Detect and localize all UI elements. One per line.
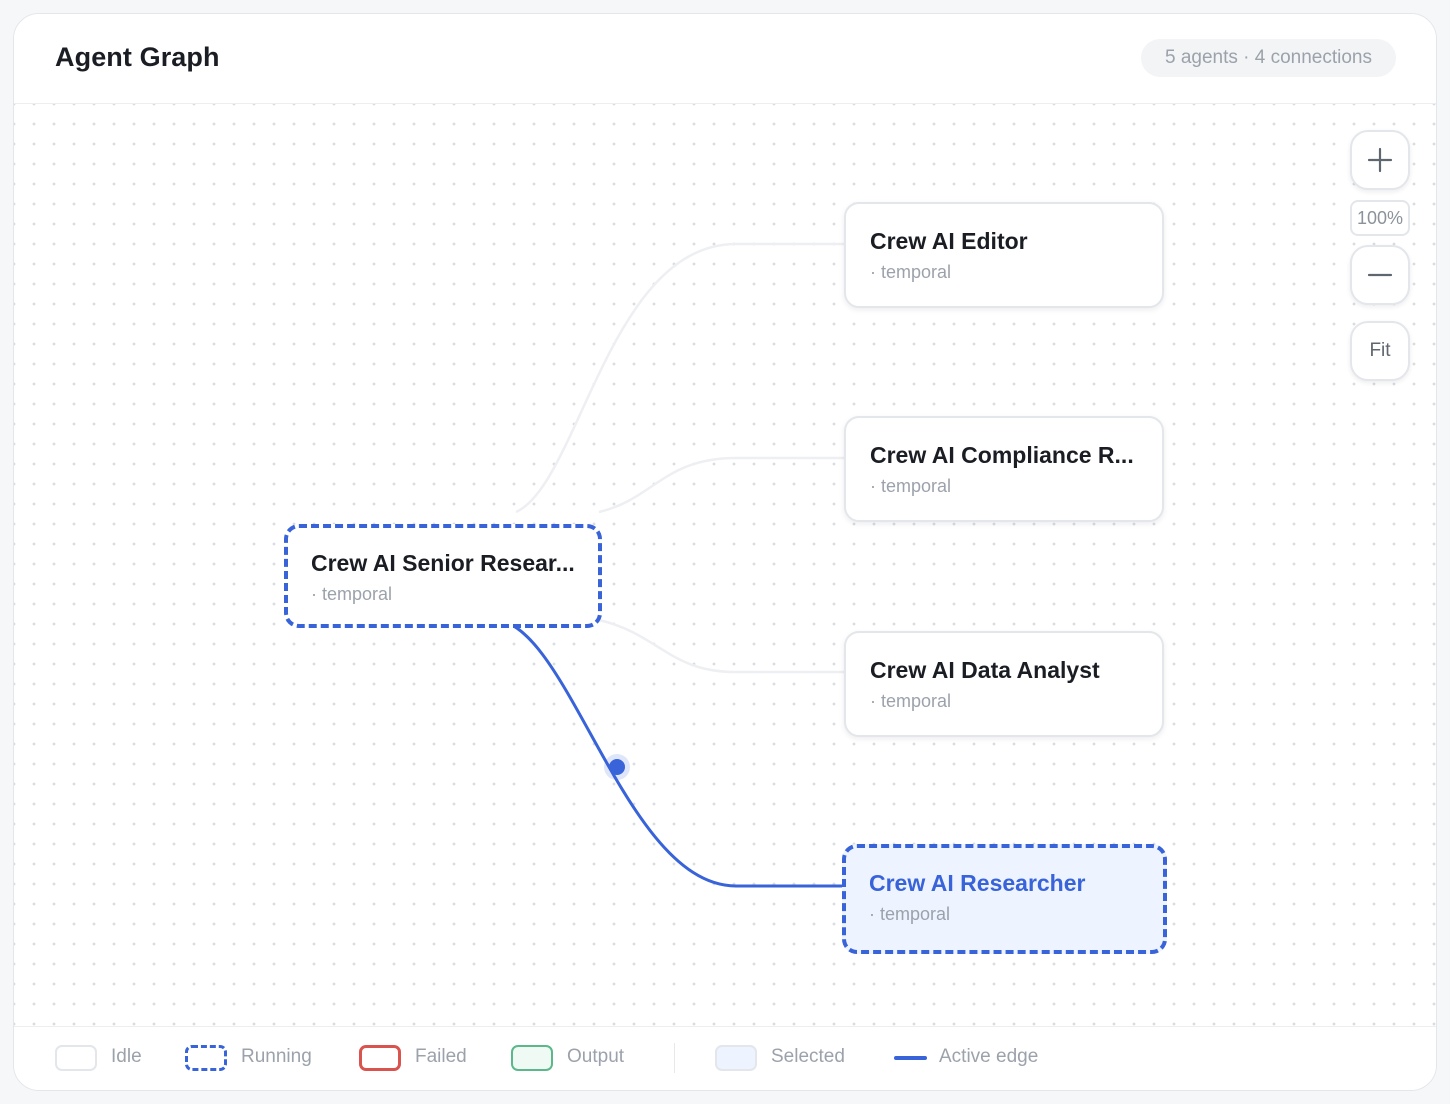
zoom-in-button[interactable]	[1350, 130, 1410, 190]
agent-node-meta: · temporal	[311, 584, 393, 604]
legend-idle-label: Idle	[111, 1046, 142, 1067]
zoom-level-indicator: 100%	[1350, 200, 1410, 236]
legend-failed-swatch	[359, 1045, 401, 1071]
graph-canvas[interactable]: Crew AI Senior Resear... · temporal Crew…	[14, 104, 1436, 1026]
plus-icon	[1367, 147, 1393, 173]
page-title: Agent Graph	[55, 42, 220, 72]
active-edge-dot	[609, 759, 625, 775]
legend-selected-swatch	[715, 1045, 757, 1071]
edge-senior-researcher-to-compliance[interactable]	[598, 456, 844, 514]
legend-idle-swatch	[55, 1045, 97, 1071]
agent-node-name: Crew AI Compliance R...	[870, 442, 1134, 468]
agent-node-meta: · temporal	[870, 476, 952, 496]
agent-node-meta: · temporal	[870, 262, 952, 282]
agent-node-data-analyst[interactable]: Crew AI Data Analyst · temporal	[844, 631, 1164, 737]
legend-selected-label: Selected	[771, 1046, 845, 1067]
fit-view-button[interactable]: Fit	[1350, 321, 1410, 381]
edge-senior-researcher-to-editor[interactable]	[515, 242, 844, 514]
legend-output-swatch	[511, 1045, 553, 1071]
agent-node-senior-researcher[interactable]: Crew AI Senior Resear... · temporal	[284, 524, 602, 628]
agent-node-name: Crew AI Data Analyst	[870, 657, 1100, 683]
agent-node-name: Crew AI Researcher	[869, 870, 1086, 896]
agent-node-researcher[interactable]: Crew AI Researcher · temporal	[842, 844, 1167, 954]
agent-node-name: Crew AI Senior Resear...	[311, 550, 575, 576]
legend-running-label: Running	[241, 1046, 312, 1067]
legend-failed-label: Failed	[415, 1046, 467, 1067]
zoom-out-button[interactable]	[1350, 245, 1410, 305]
agent-node-meta: · temporal	[870, 691, 952, 711]
graph-header: Agent Graph 5 agents · 4 connections	[14, 14, 1436, 104]
agent-node-compliance[interactable]: Crew AI Compliance R... · temporal	[844, 416, 1164, 522]
graph-legend: Idle Running Failed Output Selected Acti…	[14, 1026, 1436, 1090]
agent-graph-panel: Agent Graph 5 agents · 4 connections Cre…	[13, 13, 1437, 1091]
legend-output-label: Output	[567, 1046, 625, 1067]
legend-running-swatch	[185, 1045, 227, 1071]
graph-summary-badge: 5 agents · 4 connections	[1140, 39, 1396, 77]
agent-node-name: Crew AI Editor	[870, 228, 1028, 254]
legend-active-edge-line	[894, 1056, 927, 1060]
legend-active-edge-label: Active edge	[939, 1046, 1039, 1067]
graph-edges	[493, 242, 844, 888]
edge-senior-researcher-to-data-analyst[interactable]	[598, 618, 844, 674]
legend-divider	[674, 1043, 675, 1073]
agent-node-editor[interactable]: Crew AI Editor · temporal	[844, 202, 1164, 308]
edge-senior-researcher-to-researcher-active[interactable]	[493, 618, 844, 888]
minus-icon	[1367, 273, 1393, 277]
agent-node-meta: · temporal	[869, 904, 951, 924]
